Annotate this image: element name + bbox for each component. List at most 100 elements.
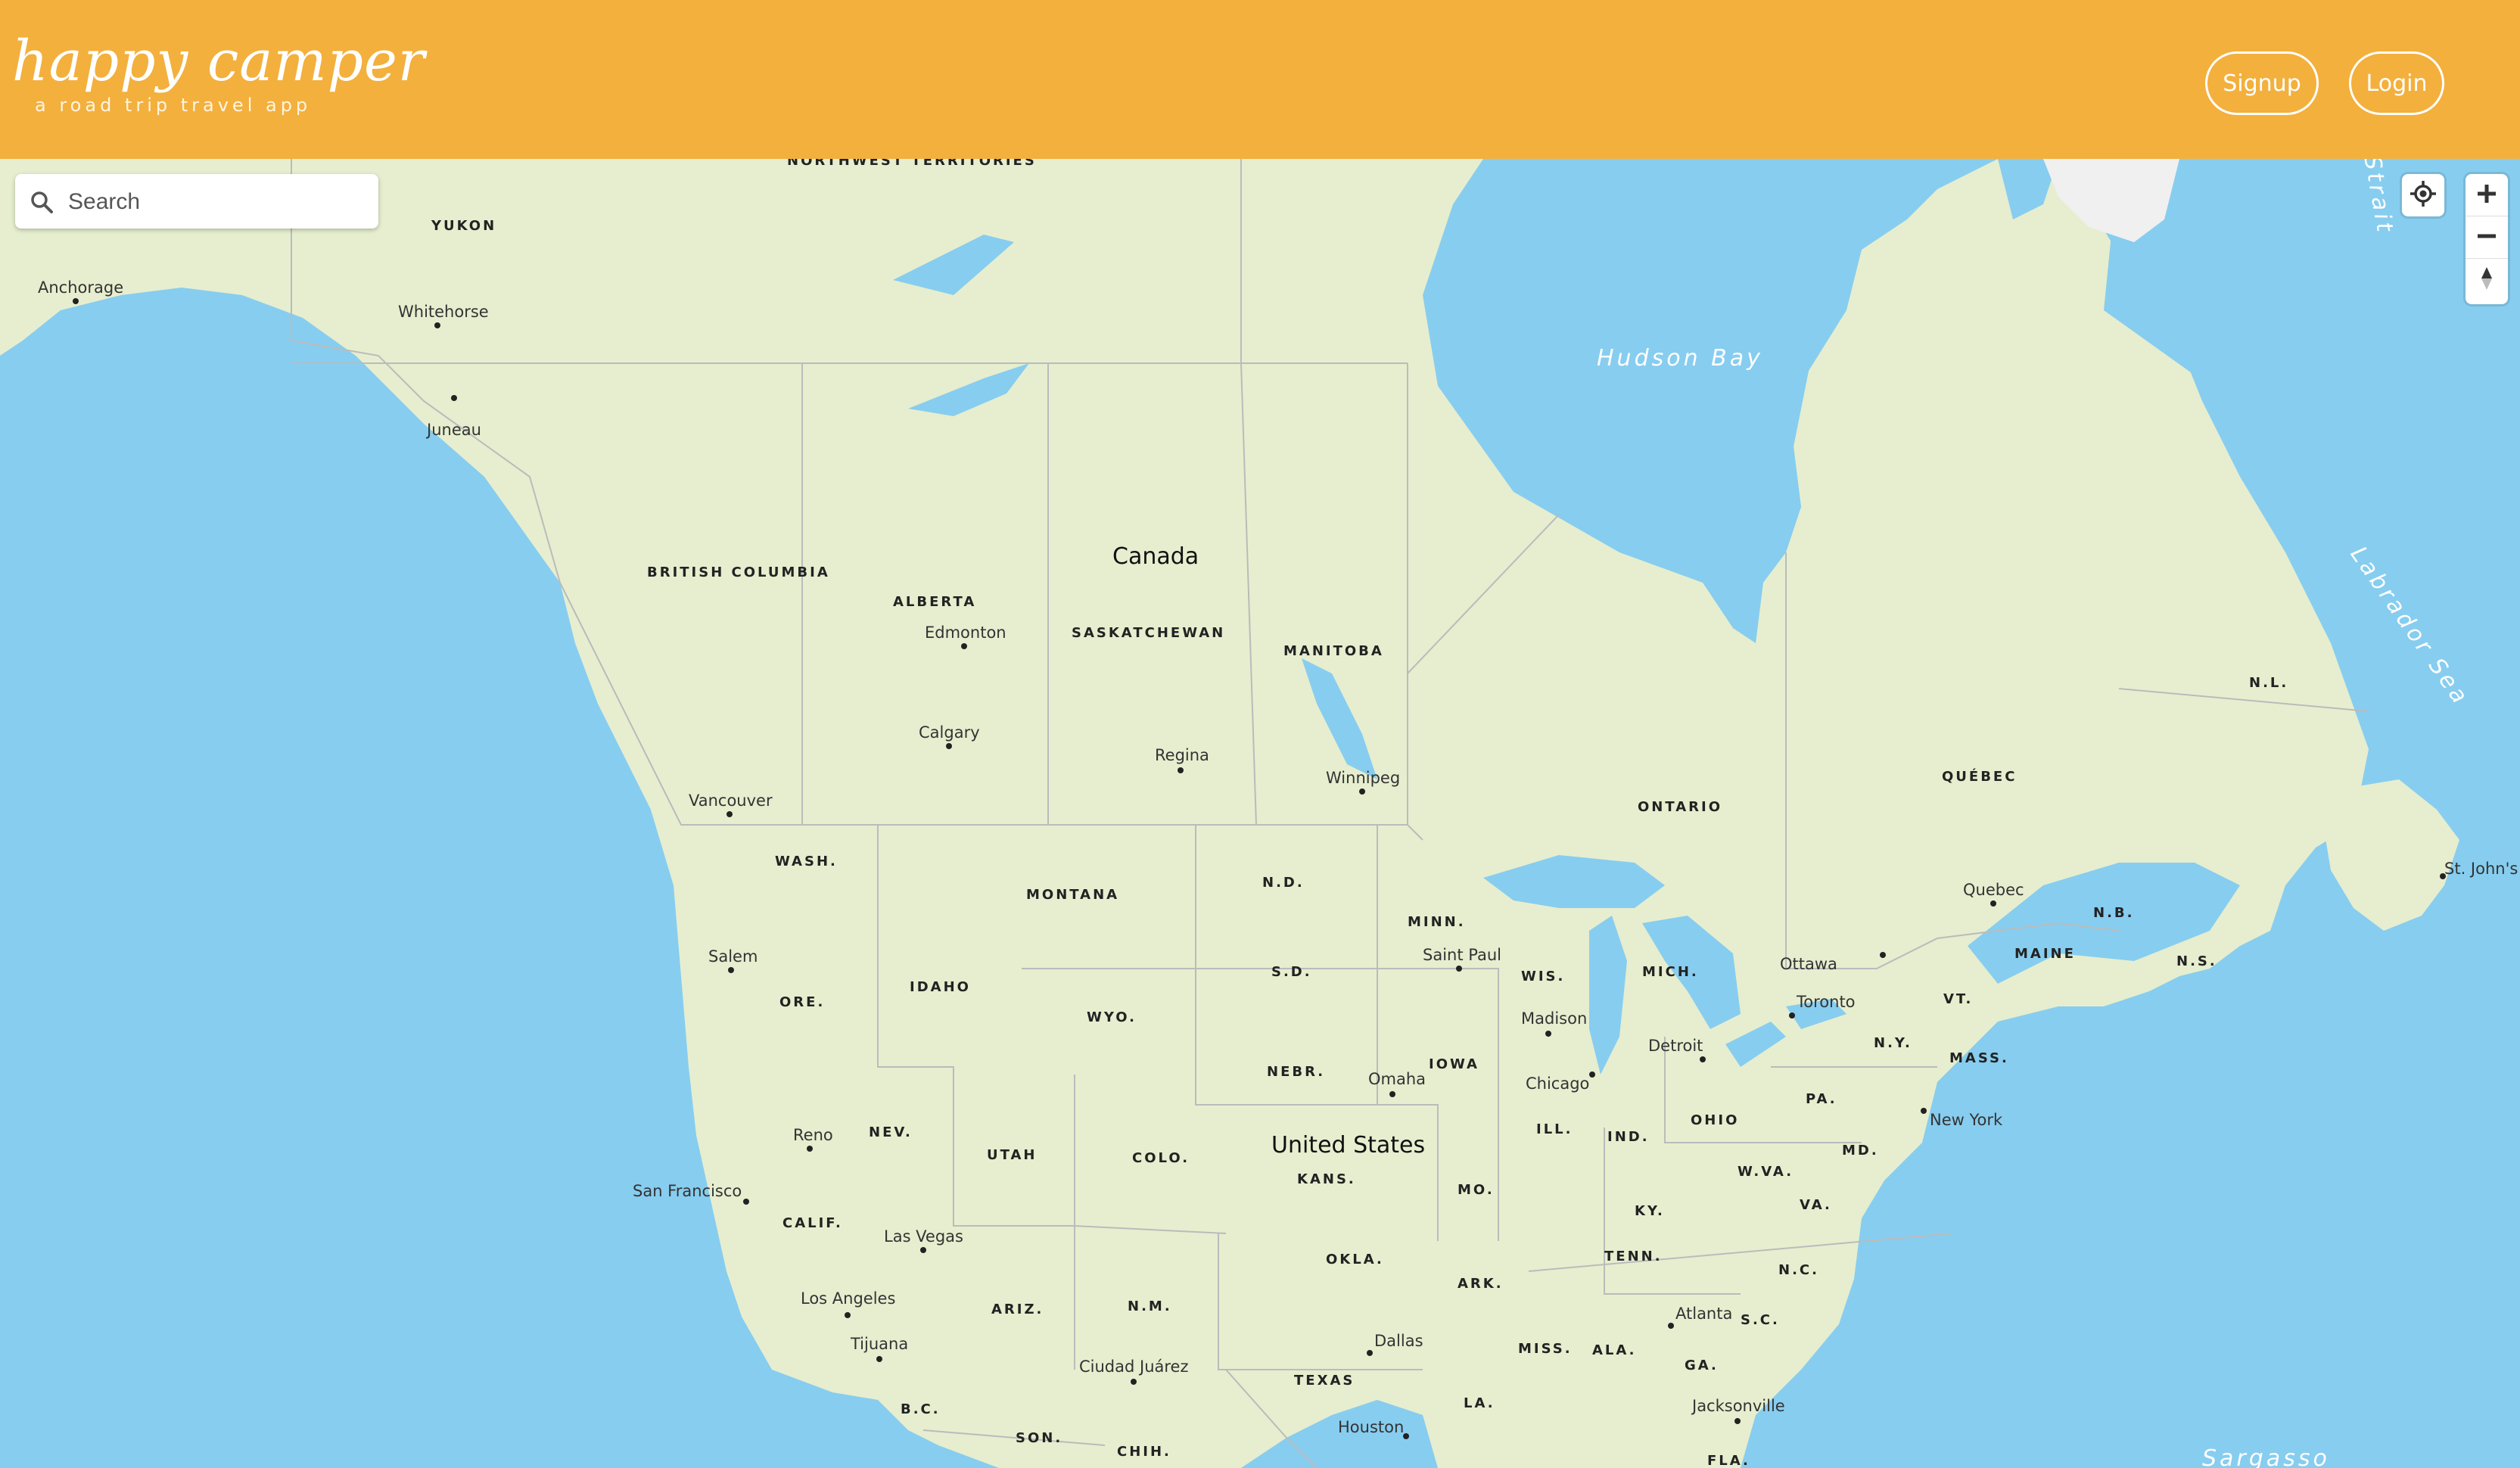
city-marker — [1789, 1012, 1795, 1019]
label-miss: MISS. — [1518, 1341, 1573, 1357]
city-marker — [920, 1247, 926, 1253]
label-united-states: United States — [1271, 1132, 1426, 1159]
label-ind: IND. — [1607, 1129, 1650, 1145]
city-marker — [946, 743, 952, 749]
label-winnipeg: Winnipeg — [1326, 769, 1401, 787]
label-ny: N.Y. — [1874, 1035, 1912, 1051]
label-fla: FLA. — [1707, 1453, 1750, 1468]
city-marker — [728, 967, 734, 973]
label-las-vegas: Las Vegas — [884, 1227, 963, 1246]
city-marker — [1990, 900, 1996, 907]
navigation-control — [2466, 174, 2508, 304]
label-nb: N.B. — [2093, 905, 2135, 921]
label-texas: TEXAS — [1294, 1373, 1355, 1389]
search-input[interactable] — [67, 182, 369, 222]
city-marker — [876, 1356, 882, 1362]
label-okla: OKLA. — [1326, 1252, 1384, 1267]
label-sonora: SON. — [1016, 1430, 1063, 1446]
label-hudson-bay: Hudson Bay — [1597, 345, 1763, 372]
label-montana: MONTANA — [1026, 887, 1120, 903]
label-houston: Houston — [1338, 1418, 1405, 1436]
label-jacksonville: Jacksonville — [1692, 1397, 1785, 1415]
label-nl: N.L. — [2249, 675, 2289, 691]
label-sc: S.C. — [1741, 1312, 1780, 1328]
label-manitoba: MANITOBA — [1283, 643, 1384, 659]
login-button[interactable]: Login — [2349, 51, 2444, 115]
label-british-columbia: BRITISH COLUMBIA — [647, 564, 830, 580]
label-minn: MINN. — [1408, 914, 1466, 930]
geolocate-button[interactable] — [2402, 174, 2444, 216]
label-ill: ILL. — [1536, 1121, 1573, 1137]
zoom-out-button[interactable] — [2466, 216, 2508, 259]
label-st-johns: St. John's — [2444, 860, 2518, 878]
label-madison: Madison — [1521, 1009, 1588, 1028]
label-new-york: New York — [1930, 1111, 2003, 1129]
label-nwt: NORTHWEST TERRITORIES — [787, 159, 1037, 169]
city-marker — [1668, 1323, 1674, 1329]
label-nebr: NEBR. — [1267, 1064, 1326, 1080]
label-ga: GA. — [1685, 1358, 1719, 1373]
label-va: VA. — [1800, 1197, 1832, 1213]
label-toronto: Toronto — [1797, 993, 1856, 1011]
city-marker — [1700, 1056, 1706, 1062]
label-ciudad-juarez: Ciudad Juárez — [1079, 1358, 1189, 1376]
label-colo: COLO. — [1132, 1150, 1190, 1166]
label-sd: S.D. — [1271, 964, 1312, 980]
label-ky: KY. — [1635, 1203, 1665, 1219]
label-quebec: QUÉBEC — [1942, 769, 2018, 785]
label-ariz: ARIZ. — [991, 1302, 1044, 1317]
city-marker — [434, 322, 440, 328]
city-marker — [845, 1312, 851, 1318]
label-wis: WIS. — [1521, 969, 1566, 984]
map-basemap — [0, 159, 2520, 1468]
city-marker — [1545, 1031, 1551, 1037]
label-wash: WASH. — [775, 854, 838, 869]
logo-title[interactable]: happy camper — [12, 29, 425, 94]
label-alberta: ALBERTA — [893, 594, 977, 610]
label-chicago: Chicago — [1526, 1075, 1590, 1093]
label-saskatchewan: SASKATCHEWAN — [1072, 625, 1226, 641]
label-ottawa: Ottawa — [1780, 955, 1837, 973]
label-dallas: Dallas — [1374, 1332, 1423, 1350]
city-marker — [1359, 788, 1365, 795]
label-whitehorse: Whitehorse — [398, 303, 489, 321]
label-mich: MICH. — [1642, 964, 1699, 980]
label-vancouver: Vancouver — [689, 792, 773, 810]
city-marker — [73, 298, 79, 304]
plus-icon — [2475, 182, 2498, 208]
label-mass: MASS. — [1949, 1050, 2009, 1066]
city-marker — [1589, 1071, 1595, 1078]
label-md: MD. — [1842, 1143, 1879, 1159]
zoom-in-button[interactable] — [2466, 174, 2508, 216]
city-marker — [2440, 873, 2446, 879]
label-bc-mexico: B.C. — [901, 1401, 941, 1417]
city-marker — [1456, 966, 1462, 972]
label-utah: UTAH — [987, 1147, 1038, 1163]
label-ns: N.S. — [2176, 953, 2217, 969]
label-ontario: ONTARIO — [1638, 799, 1723, 815]
label-kans: KANS. — [1297, 1171, 1356, 1187]
search-box[interactable] — [15, 174, 378, 229]
city-marker — [1921, 1108, 1927, 1114]
city-marker — [1734, 1418, 1741, 1424]
label-nev: NEV. — [869, 1124, 913, 1140]
label-san-francisco: San Francisco — [633, 1182, 742, 1200]
label-saint-paul: Saint Paul — [1423, 946, 1501, 964]
label-quebec-city: Quebec — [1963, 881, 2024, 899]
app-header: happy camper a road trip travel app Sign… — [0, 0, 2520, 159]
label-la: LA. — [1464, 1395, 1495, 1411]
city-marker — [1131, 1379, 1137, 1385]
label-mo: MO. — [1458, 1182, 1495, 1198]
signup-button[interactable]: Signup — [2205, 51, 2319, 115]
label-calif: CALIF. — [782, 1215, 843, 1231]
label-reno: Reno — [793, 1126, 833, 1144]
label-ore: ORE. — [779, 994, 826, 1010]
geolocate-icon — [2409, 179, 2438, 211]
city-marker — [1178, 767, 1184, 773]
compass-button[interactable] — [2466, 259, 2508, 301]
label-maine: MAINE — [2014, 946, 2076, 962]
minus-icon — [2475, 225, 2498, 250]
map-canvas[interactable]: Canada United States Hudson Bay Labrador… — [0, 159, 2520, 1468]
label-calgary: Calgary — [919, 723, 980, 742]
label-juneau: Juneau — [427, 421, 481, 439]
